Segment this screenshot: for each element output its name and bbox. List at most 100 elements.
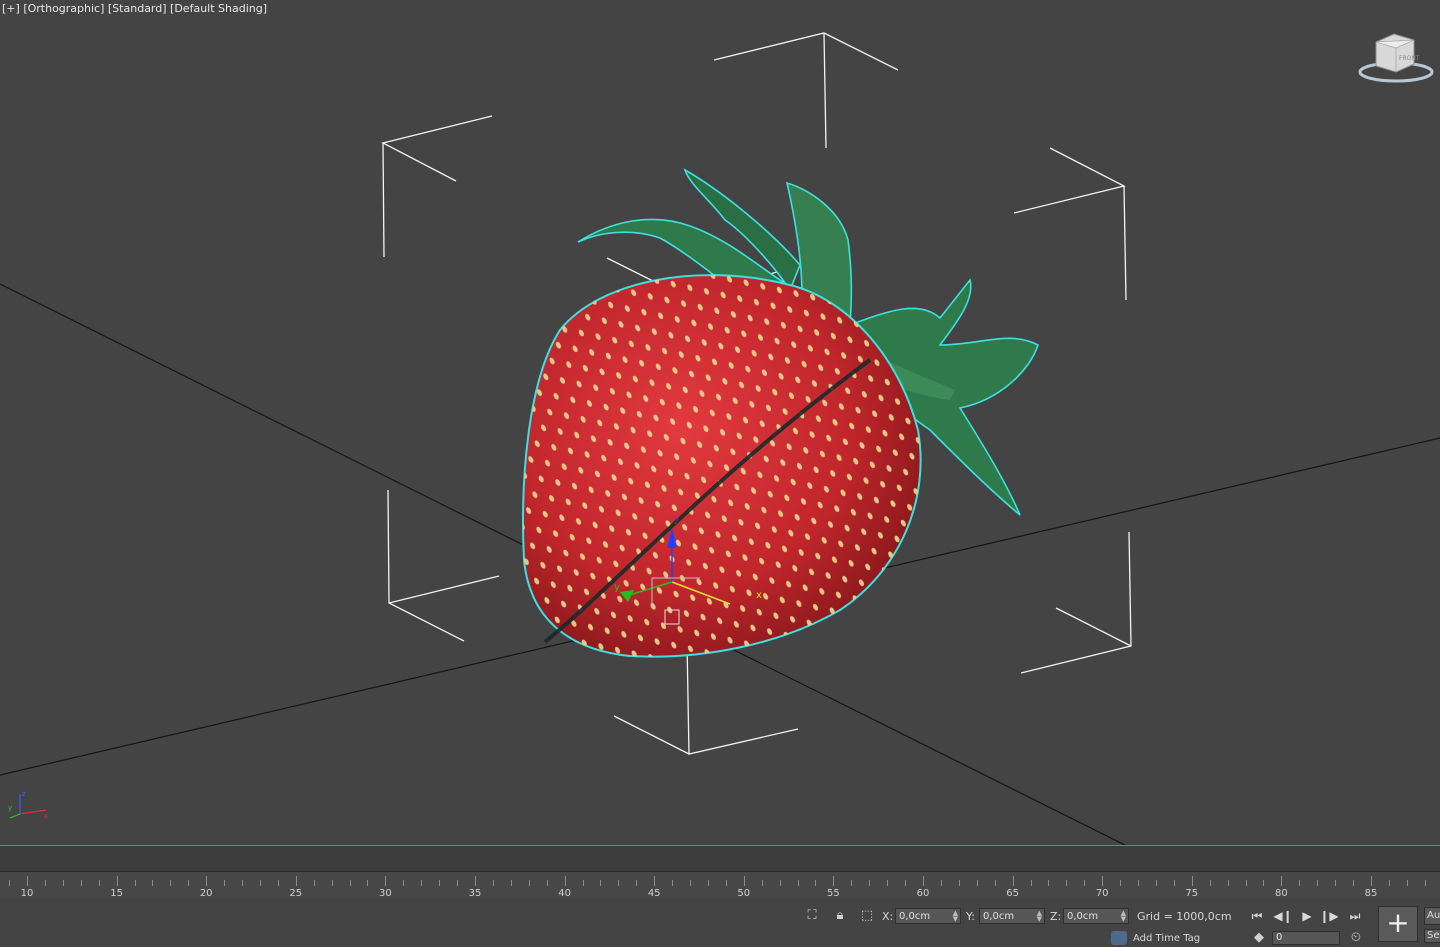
timeline-tick [1155, 880, 1157, 886]
timeline-tick [242, 880, 244, 886]
key-mode-toggle-icon[interactable]: ◆ [1250, 929, 1268, 947]
timeline-tick [779, 880, 781, 886]
timeline-tick [707, 880, 709, 886]
viewport-standard-menu[interactable]: [Standard] [108, 2, 167, 15]
timeline-tick [27, 876, 28, 886]
next-frame-button[interactable]: ❙▶ [1319, 907, 1339, 925]
x-spinner-icon[interactable]: ▲ ▼ [953, 910, 958, 923]
timeline-tick [1299, 880, 1301, 886]
timeline-tick [1030, 880, 1032, 886]
timeline-tick [1281, 876, 1283, 886]
timeline-tick [1012, 876, 1014, 886]
timeline-tick [690, 880, 692, 886]
timeline-tick [1227, 880, 1229, 886]
timeline-tick [9, 880, 11, 886]
gizmo-y-label: y [614, 582, 620, 593]
x-coord-label: X: [882, 910, 894, 923]
timeline-tick [1388, 880, 1390, 886]
timeline-tick [421, 880, 423, 886]
timeline-tick [492, 880, 494, 886]
timeline-tick [1263, 880, 1265, 886]
isolate-selection-icon[interactable]: ⛶ [803, 907, 821, 925]
timeline-tick [439, 880, 441, 886]
timeline-tick [1120, 880, 1122, 886]
timeline-tick [1353, 880, 1355, 886]
scene-canvas[interactable]: x y z [0, 0, 1440, 845]
timeline-tick [313, 880, 315, 886]
timeline-tick [1317, 880, 1319, 886]
time-configuration-icon[interactable]: ⏲︎ [1347, 929, 1365, 947]
timeline-tick [116, 876, 118, 886]
status-bar: ⛶ 🔒︎ ⬚ X: 0,0cm ▲ ▼ Y: 0,0cm ▲ ▼ Z: 0,0cm … [0, 898, 1440, 945]
timeline-tick [1371, 876, 1372, 886]
timeline-tick [654, 876, 656, 886]
time-tag-icon [1111, 931, 1127, 945]
strawberry-body[interactable] [522, 274, 922, 658]
viewport-plus-menu[interactable]: [+] [2, 2, 20, 15]
timeline-tick [958, 880, 960, 886]
current-frame-value: 0 [1276, 932, 1283, 943]
timeline-track[interactable] [0, 845, 1440, 872]
timeline-tick [528, 880, 530, 886]
timeline-tick [1102, 876, 1104, 886]
absolute-mode-icon[interactable]: ⬚ [858, 907, 876, 925]
z-coord-field[interactable]: 0,0cm ▲ ▼ [1063, 908, 1129, 924]
timeline-tick [475, 876, 476, 886]
timeline-tick [976, 880, 978, 886]
play-button[interactable]: ▶︎ [1297, 907, 1317, 925]
viewport-point-of-view-menu[interactable]: [Orthographic] [23, 2, 104, 15]
axis-tripod-icon: z x y [8, 790, 48, 820]
timeline-tick [1406, 880, 1408, 886]
lock-selection-icon[interactable]: 🔒︎ [831, 907, 849, 925]
viewport-shading-menu[interactable]: [Default Shading] [170, 2, 267, 15]
timeline-tick [224, 880, 226, 886]
perspective-viewport[interactable]: [+] [Orthographic] [Standard] [Default S… [0, 0, 1440, 845]
y-coord-field[interactable]: 0,0cm ▲ ▼ [979, 908, 1045, 924]
timeline-tick [62, 880, 64, 886]
timeline-tick [44, 880, 46, 886]
gizmo-x-label: x [756, 590, 762, 601]
set-key-mode-button[interactable]: Set [1424, 929, 1440, 943]
go-to-end-button[interactable]: ⏭︎ [1345, 907, 1365, 925]
timeline-tick [259, 880, 261, 886]
timeline-tick [98, 880, 100, 886]
y-coord-value: 0,0cm [983, 911, 1015, 922]
add-time-tag-button[interactable]: Add Time Tag [1111, 931, 1200, 945]
y-coord-label: Y: [966, 910, 975, 923]
set-key-button[interactable]: + [1378, 906, 1418, 942]
axis-x-label: x [44, 812, 48, 820]
add-time-tag-label: Add Time Tag [1133, 933, 1201, 944]
timeline-tick [403, 880, 405, 886]
timeline-tick [457, 880, 459, 886]
y-spinner-icon[interactable]: ▲ ▼ [1037, 910, 1042, 923]
timeline-tick [1048, 880, 1050, 886]
timeline-tick [940, 880, 942, 886]
viewport-label-menu: [+] [Orthographic] [Standard] [Default S… [2, 2, 267, 15]
timeline-tick [188, 880, 190, 886]
timeline-tick [206, 876, 208, 886]
timeline-tick [170, 880, 172, 886]
timeline-tick [546, 880, 548, 886]
auto-key-button[interactable]: Auto [1424, 907, 1440, 925]
timeline-tick [672, 880, 674, 886]
axis-z-label: z [22, 790, 26, 798]
go-to-start-button[interactable]: ⏮︎ [1247, 907, 1267, 925]
timeline-tick [636, 880, 638, 886]
previous-frame-button[interactable]: ◀❙ [1273, 907, 1293, 925]
axis-y-label: y [8, 804, 12, 812]
timeline-tick [725, 880, 727, 886]
timeline-tick [564, 876, 566, 886]
timeline-ruler[interactable]: 10 15 20 25 30 35 40 45 50 55 60 65 70 75 80 85 [0, 871, 1440, 900]
timeline-tick [134, 880, 136, 886]
viewcube-icon[interactable]: FRONT [1356, 28, 1434, 88]
z-spinner-icon[interactable]: ▲ ▼ [1121, 910, 1126, 923]
timeline-tick [797, 880, 799, 886]
timeline-tick [277, 880, 279, 886]
timeline-tick [1245, 880, 1247, 886]
timeline-tick [743, 876, 745, 886]
current-frame-field[interactable]: 0 [1272, 931, 1340, 945]
timeline-tick [1335, 880, 1337, 886]
timeline-tick [851, 880, 853, 886]
timeline-tick [152, 880, 154, 886]
x-coord-field[interactable]: 0,0cm ▲ ▼ [895, 908, 961, 924]
